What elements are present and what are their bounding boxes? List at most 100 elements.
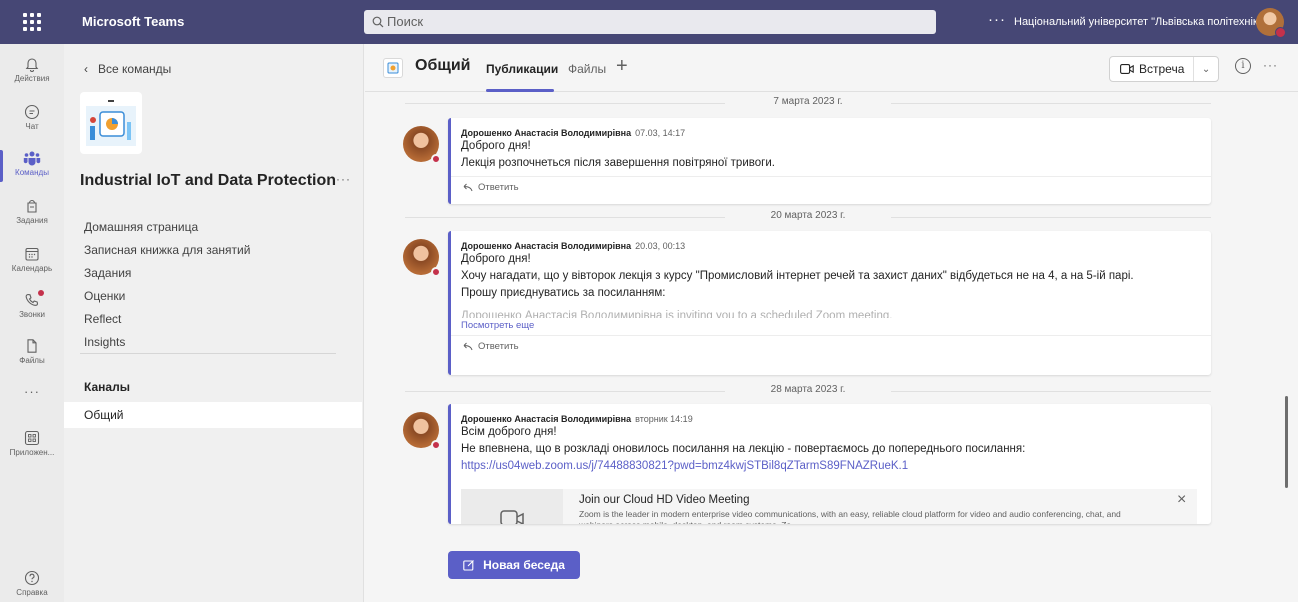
rail-label: Команды [15, 168, 49, 177]
presence-busy-icon [431, 440, 441, 450]
assignments-icon [27, 199, 37, 213]
close-icon[interactable]: × [1177, 491, 1186, 509]
rail-label: Действия [14, 74, 50, 83]
post-time: 07.03, 14:17 [635, 128, 686, 138]
team-nav-home[interactable]: Домашняя страница [84, 220, 198, 234]
team-nav-assignments[interactable]: Задания [84, 266, 131, 280]
channel-item-general[interactable]: Общий [64, 402, 362, 428]
rail-label: Приложен... [9, 448, 55, 457]
rail-item-teams[interactable]: Команды [0, 142, 64, 190]
rail-more-apps[interactable]: ··· [0, 384, 64, 408]
post-author[interactable]: Дорошенко Анастасія Володимирівна [461, 414, 631, 424]
post-time: 20.03, 00:13 [635, 241, 686, 251]
settings-more-button[interactable]: ··· [988, 0, 1006, 40]
file-icon [27, 339, 37, 353]
reply-button[interactable]: Ответить [451, 176, 1211, 198]
rail-label: Задания [16, 216, 48, 225]
search-placeholder: Поиск [387, 14, 424, 29]
feed-scrollbar[interactable] [1285, 396, 1288, 488]
compose-icon [463, 560, 474, 571]
profile-avatar[interactable] [1256, 8, 1286, 38]
apps-icon [24, 430, 40, 446]
reply-label: Ответить [478, 181, 519, 193]
video-camera-icon [1120, 64, 1134, 74]
divider [80, 353, 336, 354]
rail-item-calendar[interactable]: Календарь [0, 238, 64, 286]
waffle-icon [23, 13, 41, 31]
team-panel: ‹ Все команды Industrial IoT and Data Pr… [64, 44, 364, 602]
post-line: Всім доброго дня! [461, 426, 557, 438]
rail-item-assignments[interactable]: Задания [0, 190, 64, 238]
rail-item-files[interactable]: Файлы [0, 330, 64, 378]
author-avatar[interactable] [403, 239, 441, 277]
rail-label: Справка [16, 588, 48, 597]
team-avatar-small [383, 58, 403, 78]
team-title: Industrial IoT and Data Protection [80, 172, 337, 189]
tab-posts[interactable]: Публикации [486, 62, 558, 76]
reply-button[interactable]: Ответить [451, 335, 1211, 357]
all-teams-button[interactable]: ‹ Все команды [84, 62, 171, 76]
date-separator: 20 марта 2023 г. [405, 210, 1211, 224]
chevron-left-icon: ‹ [84, 62, 88, 76]
top-bar: Microsoft Teams Поиск ··· Національний у… [0, 0, 1298, 44]
app-rail: Действия Чат Команды Задания Календарь З… [0, 44, 64, 602]
meet-now-button[interactable]: Встреча [1110, 57, 1195, 81]
org-name[interactable]: Національний університет "Львівська полі… [1014, 0, 1268, 44]
post-meta: Дорошенко Анастасія Володимирівна 07.03, … [461, 128, 1201, 138]
link-preview-card[interactable]: Join our Cloud HD Video Meeting Zoom is … [461, 489, 1197, 524]
info-icon[interactable]: i [1235, 58, 1251, 74]
tab-files[interactable]: Файлы [568, 62, 606, 76]
post-author[interactable]: Дорошенко Анастасія Володимирівна [461, 241, 631, 251]
post-line: Доброго дня! [461, 140, 531, 152]
post-meta: Дорошенко Анастасія Володимирівна вторник… [461, 414, 1201, 424]
post-line: Доброго дня! [461, 253, 531, 265]
rail-item-help[interactable]: Справка [0, 562, 64, 602]
post-card: Дорошенко Анастасія Володимирівна 20.03, … [448, 231, 1211, 375]
post-card: Дорошенко Анастасія Володимирівна вторник… [448, 404, 1211, 524]
rail-item-calls[interactable]: Звонки [0, 284, 64, 332]
post-link[interactable]: https://us04web.zoom.us/j/74488830821?pw… [461, 458, 1201, 475]
meet-button[interactable]: Встреча ⌄ [1109, 56, 1219, 82]
all-teams-label: Все команды [98, 62, 172, 76]
team-nav-grades[interactable]: Оценки [84, 289, 125, 303]
post-time: вторник 14:19 [635, 414, 693, 424]
link-preview-thumbnail [461, 489, 563, 524]
reply-label: Ответить [478, 340, 519, 352]
team-more-options-button[interactable]: ··· [336, 172, 351, 186]
channel-label: Общий [84, 408, 124, 422]
team-nav-insights[interactable]: Insights [84, 335, 125, 349]
app-launcher-button[interactable] [0, 0, 64, 44]
chevron-down-icon[interactable]: ⌄ [1194, 64, 1218, 75]
new-conversation-label: Новая беседа [483, 558, 565, 572]
meet-label: Встреча [1139, 62, 1185, 76]
rail-label: Звонки [19, 310, 45, 319]
channel-main: Общий Публикации Файлы + Встреча ⌄ i ···… [365, 44, 1298, 602]
new-conversation-button[interactable]: Новая беседа [448, 551, 580, 579]
app-name: Microsoft Teams [82, 14, 185, 29]
search-icon [372, 16, 384, 28]
add-tab-button[interactable]: + [616, 55, 628, 78]
rail-label: Файлы [19, 356, 45, 365]
post-author[interactable]: Дорошенко Анастасія Володимирівна [461, 128, 631, 138]
rail-item-activity[interactable]: Действия [0, 48, 64, 96]
team-nav-reflect[interactable]: Reflect [84, 312, 121, 326]
notification-dot [38, 290, 44, 296]
author-avatar[interactable] [403, 412, 441, 450]
author-avatar[interactable] [403, 126, 441, 164]
rail-item-apps[interactable]: Приложен... [0, 422, 64, 470]
search-input[interactable]: Поиск [364, 10, 936, 34]
rail-item-chat[interactable]: Чат [0, 96, 64, 144]
presence-busy-icon [431, 154, 441, 164]
see-more-link[interactable]: Посмотреть еще [461, 320, 1201, 331]
post-truncated-line: Дорошенко Анастасія Володимирівна is inv… [461, 310, 893, 318]
channel-header: Общий Публикации Файлы + Встреча ⌄ i ··· [365, 44, 1298, 92]
channel-more-button[interactable]: ··· [1263, 58, 1278, 72]
zoom-logo-icon [500, 510, 524, 524]
help-icon [24, 570, 40, 586]
post-card: Дорошенко Анастасія Володимирівна 07.03, … [448, 118, 1211, 204]
team-logo [80, 92, 142, 154]
team-nav-class-notebook[interactable]: Записная книжка для занятий [84, 243, 250, 257]
link-preview-description: Zoom is the leader in modern enterprise … [579, 509, 1121, 524]
bell-icon [25, 58, 39, 72]
teams-icon [23, 151, 41, 166]
